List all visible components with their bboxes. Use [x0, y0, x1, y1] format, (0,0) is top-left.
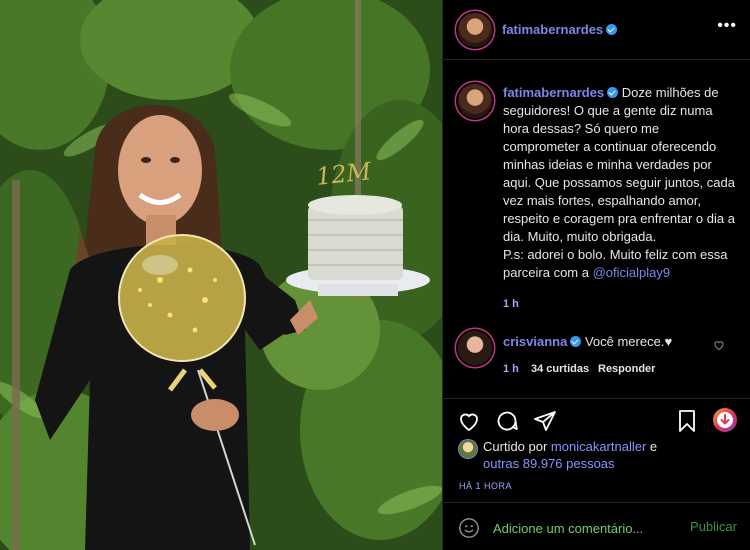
download-icon[interactable] [713, 408, 737, 432]
post-header: fatimabernardes ••• [443, 0, 750, 60]
liked-by-joiner: e [646, 439, 658, 454]
verified-icon [570, 336, 582, 348]
post-sidebar: fatimabernardes ••• fatimabernardes Doze… [442, 0, 750, 550]
comment-icon[interactable] [495, 409, 519, 433]
liked-by-prefix: Curtido por [483, 439, 551, 454]
photo-illustration [0, 0, 442, 550]
caption-text: Doze milhões de seguidores! O que a gent… [503, 85, 735, 244]
more-icon[interactable]: ••• [717, 18, 737, 34]
verified-icon [607, 87, 619, 99]
comment-time[interactable]: 1 h [503, 363, 519, 375]
caption-time[interactable]: 1 h [503, 298, 519, 310]
post-timestamp[interactable]: HÁ 1 HORA [459, 481, 512, 491]
comment-box: Publicar [443, 502, 750, 550]
comment-likes[interactable]: 34 curtidas [531, 363, 589, 375]
comments-area[interactable]: fatimabernardes Doze milhões de seguidor… [443, 61, 750, 397]
heart-icon[interactable] [457, 409, 481, 433]
liker-username[interactable]: monicakartnaller [551, 439, 646, 454]
publish-button[interactable]: Publicar [690, 519, 737, 534]
cake-topper: 12M [314, 157, 373, 191]
caption-author-username[interactable]: fatimabernardes [503, 85, 619, 100]
comment-text: Você merece.♥ [584, 334, 673, 349]
post-actions: Curtido por monicakartnaller e outras 89… [443, 398, 750, 502]
liker-avatar[interactable] [459, 440, 477, 458]
post-photo[interactable]: 12M [0, 0, 442, 550]
verified-icon [606, 24, 618, 36]
comment: crisvianna Você merece.♥ [503, 334, 672, 349]
comment-author-username[interactable]: crisvianna [503, 334, 582, 349]
bookmark-icon[interactable] [675, 409, 699, 433]
author-username[interactable]: fatimabernardes [502, 22, 618, 37]
comment-input[interactable] [493, 519, 683, 537]
reply-button[interactable]: Responder [598, 363, 655, 375]
comment-like-icon[interactable] [713, 339, 725, 351]
other-likers-link[interactable]: outras 89.976 pessoas [483, 456, 615, 471]
post-caption: fatimabernardes Doze milhões de seguidor… [503, 84, 739, 282]
emoji-icon[interactable] [458, 517, 480, 539]
caption-mention-link[interactable]: @oficialplay9 [593, 265, 671, 280]
comment-author-avatar[interactable] [458, 331, 492, 365]
author-avatar[interactable] [458, 13, 492, 47]
share-icon[interactable] [533, 409, 557, 433]
caption-author-avatar[interactable] [458, 84, 492, 118]
